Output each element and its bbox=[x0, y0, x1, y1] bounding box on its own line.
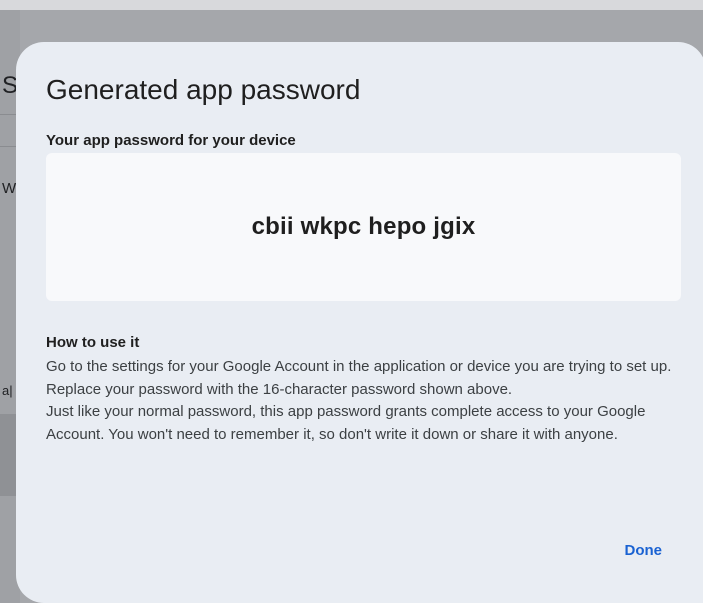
dialog-title: Generated app password bbox=[46, 74, 361, 105]
app-password-dialog: Generated app password Your app password… bbox=[16, 42, 703, 603]
generated-password[interactable]: cbii wkpc hepo jgix bbox=[252, 213, 476, 241]
howto-paragraph: Just like your normal password, this app… bbox=[46, 403, 646, 443]
password-box: cbii wkpc hepo jgix bbox=[46, 153, 681, 301]
howto-body: Go to the settings for your Google Accou… bbox=[46, 356, 676, 446]
background-text-fragment: W bbox=[2, 180, 17, 197]
howto-paragraph: Go to the settings for your Google Accou… bbox=[46, 358, 672, 398]
password-subtitle: Your app password for your device bbox=[46, 132, 296, 149]
background-topbar bbox=[0, 0, 703, 10]
howto-heading: How to use it bbox=[46, 334, 140, 351]
background-text-fragment: a| bbox=[2, 383, 13, 398]
done-button[interactable]: Done bbox=[623, 538, 665, 563]
